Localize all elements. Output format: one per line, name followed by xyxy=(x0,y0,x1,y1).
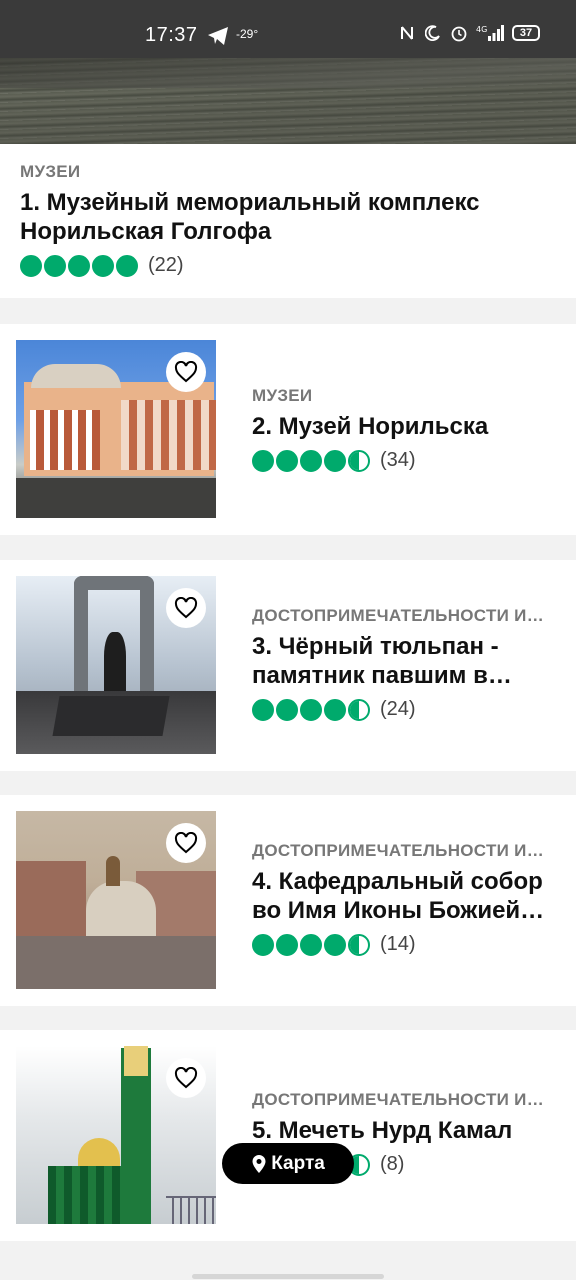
save-favorite-button[interactable] xyxy=(166,1058,206,1098)
heart-outline-icon xyxy=(174,597,198,619)
rating-bubble-icon xyxy=(252,449,274,472)
rating-bubble-icon xyxy=(44,254,66,277)
battery-icon: 37 xyxy=(512,25,540,41)
moon-icon xyxy=(424,24,442,42)
rating-half-bubble-icon xyxy=(348,698,370,721)
rating-bubble-icon xyxy=(116,254,138,277)
signal-icon: 4G xyxy=(476,24,504,42)
rating-bubble-icon xyxy=(20,254,42,277)
listing-category: МУЗЕИ xyxy=(252,386,313,405)
listing-card-2[interactable]: МУЗЕИ 2. Музей Норильска (34) xyxy=(0,324,576,535)
heart-outline-icon xyxy=(174,1067,198,1089)
alarm-icon xyxy=(450,24,468,42)
rating-half-bubble-icon xyxy=(348,933,370,956)
review-count: (24) xyxy=(380,698,416,720)
listing-title: 2. Музей Норильска xyxy=(252,413,489,440)
listing-rating: (24) xyxy=(252,698,558,721)
listing-category: ДОСТОПРИМЕЧАТЕЛЬНОСТИ И… xyxy=(252,606,544,625)
listing-rating: (14) xyxy=(252,933,558,956)
listing-category: ДОСТОПРИМЕЧАТЕЛЬНОСТИ И… xyxy=(252,1090,544,1109)
review-count: (22) xyxy=(148,254,184,276)
listing-card-4[interactable]: ДОСТОПРИМЕЧАТЕЛЬНОСТИ И… 4. Кафедральный… xyxy=(0,795,576,1006)
rating-bubble-icon xyxy=(68,254,90,277)
network-type: 4G xyxy=(476,25,487,34)
listing-image xyxy=(16,576,216,754)
listing-title: 4. Кафедральный собор во Имя Иконы Божие… xyxy=(252,868,545,924)
map-pin-icon xyxy=(252,1154,266,1173)
rating-bubble-icon xyxy=(300,933,322,956)
review-count: (34) xyxy=(380,449,416,471)
rating-bubble-icon xyxy=(252,698,274,721)
home-indicator[interactable] xyxy=(192,1274,384,1279)
map-button[interactable]: Карта xyxy=(222,1143,354,1184)
status-time: 17:37 xyxy=(145,24,198,46)
listing-rating: (34) xyxy=(252,449,558,472)
heart-outline-icon xyxy=(174,832,198,854)
rating-bubble-icon xyxy=(92,254,114,277)
rating-half-bubble-icon xyxy=(348,449,370,472)
hero-rating: (22) xyxy=(20,254,560,277)
save-favorite-button[interactable] xyxy=(166,352,206,392)
hero-category: МУЗЕИ xyxy=(20,162,81,181)
review-count: (8) xyxy=(380,1153,405,1175)
listing-image xyxy=(16,1046,216,1224)
status-bar: 17:37 -29° 4G 37 xyxy=(0,0,576,58)
rating-bubble-icon xyxy=(300,449,322,472)
rating-bubble-icon xyxy=(324,933,346,956)
listing-image xyxy=(16,340,216,518)
rating-bubble-icon xyxy=(276,933,298,956)
listing-card-3[interactable]: ДОСТОПРИМЕЧАТЕЛЬНОСТИ И… 3. Чёрный тюльп… xyxy=(0,560,576,771)
review-count: (14) xyxy=(380,933,416,955)
rating-bubble-icon xyxy=(300,698,322,721)
rating-bubble-icon xyxy=(276,449,298,472)
heart-outline-icon xyxy=(174,361,198,383)
listing-image xyxy=(16,811,216,989)
listing-card-5[interactable]: ДОСТОПРИМЕЧАТЕЛЬНОСТИ И… 5. Мечеть Нурд … xyxy=(0,1030,576,1241)
listing-title: 5. Мечеть Нурд Камал xyxy=(252,1117,513,1144)
rating-bubble-icon xyxy=(252,933,274,956)
rating-bubble-icon xyxy=(276,698,298,721)
rating-bubble-icon xyxy=(324,698,346,721)
status-temperature: -29° xyxy=(236,27,259,41)
rating-bubbles xyxy=(20,254,138,277)
save-favorite-button[interactable] xyxy=(166,823,206,863)
listing-category: ДОСТОПРИМЕЧАТЕЛЬНОСТИ И… xyxy=(252,841,544,860)
hero-title: 1. Музейный мемориальный комплекс Нориль… xyxy=(20,189,480,245)
listing-title: 3. Чёрный тюльпан - памятник павшим в… xyxy=(252,633,512,689)
telegram-icon xyxy=(208,27,228,45)
rating-bubble-icon xyxy=(324,449,346,472)
hero-image xyxy=(0,58,576,144)
status-icons: 4G 37 xyxy=(398,24,540,42)
map-button-label: Карта xyxy=(271,1152,325,1174)
save-favorite-button[interactable] xyxy=(166,588,206,628)
nfc-icon xyxy=(398,24,416,42)
